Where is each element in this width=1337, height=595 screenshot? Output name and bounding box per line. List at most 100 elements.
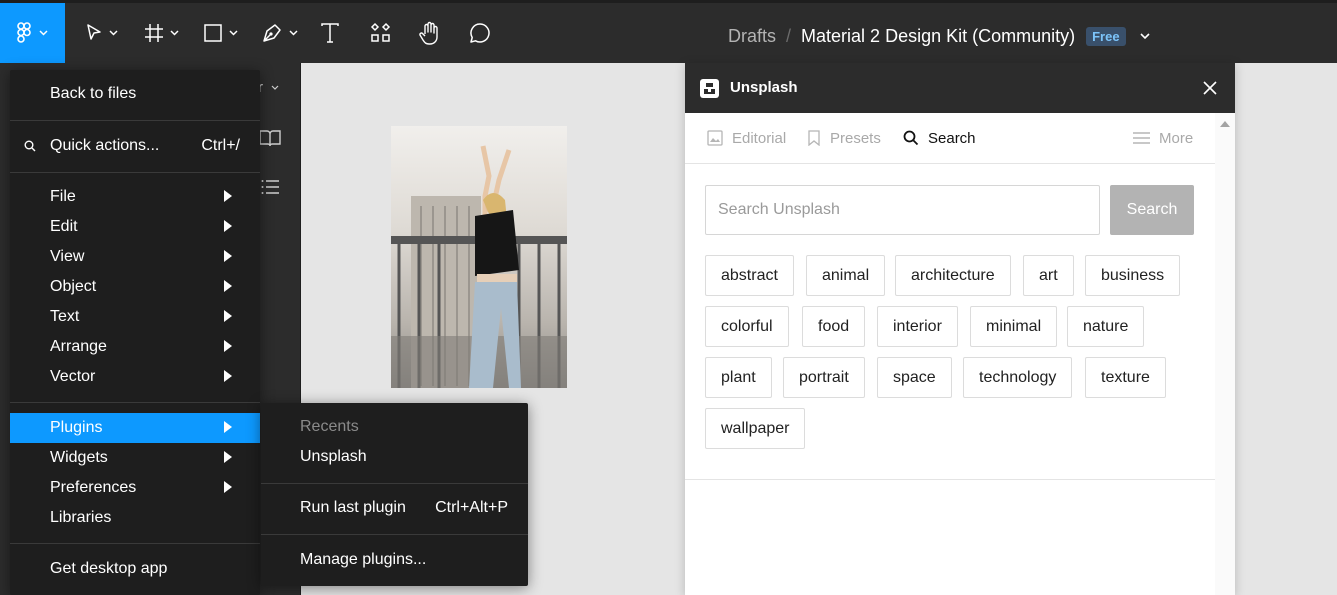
plugin-header: Unsplash [685, 63, 1235, 113]
submenu-divider [261, 534, 528, 535]
scroll-up-arrow-icon[interactable] [1220, 121, 1230, 127]
menu-item-get-desktop-app[interactable]: Get desktop app [10, 554, 260, 584]
submenu-item-label: Run last plugin [300, 499, 406, 516]
resources-button[interactable] [368, 3, 394, 63]
tag-chip[interactable]: wallpaper [705, 408, 806, 449]
bookmark-icon [808, 130, 820, 146]
menu-item-label: Text [50, 308, 80, 325]
tag-chip[interactable]: technology [963, 357, 1073, 398]
submenu-item-run-last-plugin[interactable]: Run last plugin Ctrl+Alt+P [261, 493, 528, 523]
close-icon[interactable] [1200, 78, 1220, 98]
submenu-item-manage-plugins[interactable]: Manage plugins... [261, 545, 528, 575]
tag-chip[interactable]: food [802, 306, 866, 347]
tag-chip[interactable]: business [1085, 255, 1181, 296]
caret-right-icon [224, 451, 232, 463]
move-tool-icon [86, 24, 101, 40]
search-button[interactable]: Search [1110, 185, 1194, 235]
tag-chip[interactable]: architecture [895, 255, 1011, 296]
caret-right-icon [224, 250, 232, 262]
menu-item-label: Vector [50, 368, 96, 385]
hand-tool-icon [419, 21, 438, 45]
tag-chip[interactable]: art [1023, 255, 1074, 296]
menu-item-preferences[interactable]: Preferences [10, 473, 260, 503]
breadcrumb-drafts[interactable]: Drafts [728, 26, 776, 47]
tag-chip[interactable]: texture [1085, 357, 1166, 398]
text-tool-button[interactable] [317, 3, 343, 63]
chevron-down-icon[interactable] [271, 85, 279, 90]
hamburger-icon [1133, 132, 1150, 144]
resources-icon [370, 22, 391, 42]
menu-item-label: Widgets [50, 449, 108, 466]
submenu-divider [261, 483, 528, 484]
submenu-recents-header: Recents [261, 412, 528, 442]
tab-label: Presets [830, 129, 881, 147]
tag-chip[interactable]: minimal [970, 306, 1058, 347]
tag-chip[interactable]: portrait [783, 357, 865, 398]
menu-item-label: Quick actions... [50, 137, 160, 154]
menu-item-label: Get desktop app [50, 560, 168, 577]
tab-editorial[interactable]: Editorial [707, 113, 786, 163]
menu-item-object[interactable]: Object [10, 272, 260, 302]
unsplash-search-input[interactable] [705, 185, 1100, 235]
menu-item-file[interactable]: File [10, 182, 260, 212]
shape-tool-button[interactable] [199, 3, 241, 63]
plugin-scrollbar[interactable] [1215, 113, 1235, 595]
book-icon[interactable] [259, 129, 281, 147]
tab-presets[interactable]: Presets [807, 113, 881, 163]
search-icon [24, 140, 36, 152]
chevron-down-icon [288, 30, 298, 36]
tag-chip[interactable]: space [877, 357, 952, 398]
comment-icon [470, 23, 490, 43]
menu-item-label: Preferences [50, 479, 137, 496]
menu-item-label: View [50, 248, 85, 265]
chevron-down-icon[interactable] [1140, 32, 1150, 40]
chevron-down-icon [108, 30, 118, 36]
plugin-title: Unsplash [730, 79, 798, 96]
tag-chip[interactable]: colorful [705, 306, 789, 347]
tab-label: Search [928, 129, 976, 147]
comment-tool-button[interactable] [467, 3, 493, 63]
caret-right-icon [224, 190, 232, 202]
move-tool-button[interactable] [80, 3, 122, 63]
main-menu-button[interactable] [0, 3, 65, 63]
menu-item-label: Libraries [50, 509, 112, 526]
tag-chip[interactable]: interior [877, 306, 958, 347]
frame-tool-button[interactable] [140, 3, 182, 63]
menu-item-view[interactable]: View [10, 242, 260, 272]
menu-item-label: Arrange [50, 338, 107, 355]
menu-item-label: Edit [50, 218, 78, 235]
submenu-item-unsplash[interactable]: Unsplash [261, 442, 528, 472]
menu-item-text[interactable]: Text [10, 302, 260, 332]
tab-label: More [1159, 129, 1194, 147]
pen-tool-button[interactable] [258, 3, 300, 63]
tab-search[interactable]: Search [903, 113, 976, 163]
caret-right-icon [224, 481, 232, 493]
menu-item-arrange[interactable]: Arrange [10, 332, 260, 362]
file-name[interactable]: Material 2 Design Kit (Community) [801, 26, 1075, 47]
menu-item-libraries[interactable]: Libraries [10, 503, 260, 533]
tag-chip[interactable]: plant [705, 357, 772, 398]
menu-item-widgets[interactable]: Widgets [10, 443, 260, 473]
tag-chip[interactable]: abstract [705, 255, 794, 296]
tag-chip[interactable]: nature [1067, 306, 1145, 347]
menu-item-quick-actions[interactable]: Quick actions... Ctrl+/ [10, 131, 260, 161]
plugin-tabs: Editorial Presets Search More [685, 113, 1215, 164]
unsplash-plugin-window: Unsplash Editorial Presets Search More S… [685, 63, 1235, 595]
list-icon[interactable] [261, 179, 279, 195]
menu-item-plugins[interactable]: Plugins [10, 413, 260, 443]
hand-tool-button[interactable] [417, 3, 443, 63]
menu-item-vector[interactable]: Vector [10, 362, 260, 392]
caret-right-icon [224, 220, 232, 232]
plan-badge: Free [1086, 26, 1126, 46]
top-toolbar: Drafts / Material 2 Design Kit (Communit… [0, 0, 1337, 63]
menu-item-edit[interactable]: Edit [10, 212, 260, 242]
canvas-photo[interactable] [391, 126, 567, 388]
tag-chip[interactable]: animal [806, 255, 886, 296]
menu-item-label: Object [50, 278, 97, 295]
caret-right-icon [224, 421, 232, 433]
plugins-submenu: Recents Unsplash Run last plugin Ctrl+Al… [261, 403, 528, 586]
plugin-divider [685, 479, 1215, 480]
menu-item-label: Plugins [50, 419, 103, 436]
menu-item-back-to-files[interactable]: Back to files [10, 79, 260, 109]
tab-more[interactable]: More [1133, 113, 1193, 163]
